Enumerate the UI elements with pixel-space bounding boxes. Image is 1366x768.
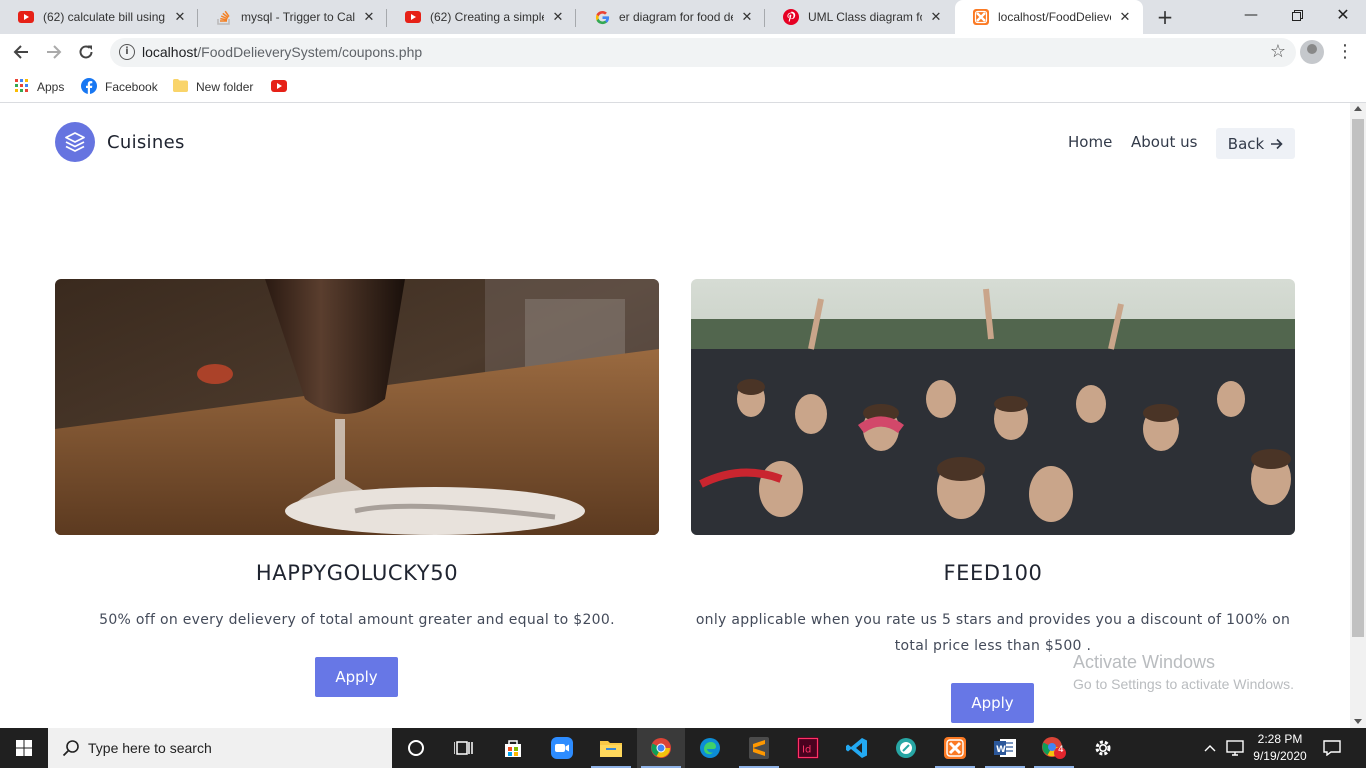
coupon-description: 50% off on every delievery of total amou… bbox=[99, 612, 615, 628]
xampp-control-icon[interactable] bbox=[931, 728, 979, 768]
bookmarks-bar: Apps Facebook New folder bbox=[0, 71, 1366, 103]
site-info-icon[interactable]: i bbox=[119, 44, 135, 60]
chrome-notifications-icon[interactable]: 4 bbox=[1030, 728, 1078, 768]
close-tab-icon[interactable]: ✕ bbox=[739, 10, 755, 25]
facebook-icon bbox=[81, 77, 97, 97]
scrollbar-thumb[interactable] bbox=[1352, 119, 1364, 637]
chrome-icon[interactable] bbox=[637, 728, 685, 768]
address-bar[interactable]: i localhost/FoodDelieverySystem/coupons.… bbox=[110, 38, 1296, 67]
coupon-code: HAPPYGOLUCKY50 bbox=[255, 561, 459, 585]
network-icon[interactable] bbox=[1226, 728, 1244, 768]
close-window-button[interactable]: ✕ bbox=[1320, 0, 1366, 30]
word-icon[interactable]: W bbox=[981, 728, 1029, 768]
zoom-icon[interactable] bbox=[538, 728, 586, 768]
notifications-icon[interactable] bbox=[1323, 728, 1341, 768]
web-page: Cuisines Home About us Back HAPPYGOLUCKY… bbox=[0, 103, 1350, 728]
close-tab-icon[interactable]: ✕ bbox=[361, 10, 377, 25]
back-button[interactable]: Back bbox=[1216, 128, 1295, 159]
coupon-code: FEED100 bbox=[943, 561, 1043, 585]
page-scrollbar[interactable] bbox=[1350, 103, 1366, 728]
bookmark-facebook[interactable]: Facebook bbox=[81, 77, 158, 97]
back-arrow-icon[interactable] bbox=[9, 40, 33, 64]
store-icon[interactable] bbox=[489, 728, 537, 768]
apply-coupon-button[interactable]: Apply bbox=[951, 683, 1034, 723]
activate-windows-subtitle: Go to Settings to activate Windows. bbox=[1073, 676, 1294, 692]
close-tab-icon[interactable]: ✕ bbox=[550, 10, 566, 25]
youtube-icon bbox=[271, 79, 287, 95]
minimize-button[interactable]: — bbox=[1228, 0, 1274, 30]
browser-tab[interactable]: (62) calculate bill using ✕ bbox=[0, 0, 198, 34]
folder-icon bbox=[173, 79, 188, 95]
settings-gear-icon[interactable] bbox=[1079, 728, 1127, 768]
site-brand[interactable]: Cuisines bbox=[55, 122, 185, 162]
svg-text:Id: Id bbox=[802, 745, 811, 756]
browser-tab-strip: (62) calculate bill using ✕ mysql - Trig… bbox=[0, 0, 1366, 34]
bookmark-youtube[interactable] bbox=[271, 77, 295, 97]
windows-taskbar: Type here to search Id W 4 2:28 PM 9/19/… bbox=[0, 728, 1366, 768]
search-icon bbox=[62, 740, 79, 757]
show-hidden-icons[interactable] bbox=[1204, 728, 1216, 768]
browser-tab[interactable]: mysql - Trigger to Calcu ✕ bbox=[198, 0, 387, 34]
scroll-up-icon[interactable] bbox=[1354, 106, 1362, 111]
apply-coupon-button[interactable]: Apply bbox=[315, 657, 398, 697]
bookmark-apps[interactable]: Apps bbox=[15, 77, 64, 97]
activate-windows-title: Activate Windows bbox=[1073, 652, 1216, 672]
windows-start-icon[interactable] bbox=[0, 728, 48, 768]
reload-icon[interactable] bbox=[74, 40, 98, 64]
close-tab-icon[interactable]: ✕ bbox=[172, 10, 188, 25]
new-tab-button[interactable]: + bbox=[1152, 4, 1178, 30]
browser-toolbar: i localhost/FoodDelieverySystem/coupons.… bbox=[0, 34, 1366, 71]
system-clock[interactable]: 2:28 PM 9/19/2020 bbox=[1250, 731, 1310, 765]
sublime-text-icon[interactable] bbox=[735, 728, 783, 768]
profile-avatar[interactable] bbox=[1300, 40, 1324, 64]
bookmark-new-folder[interactable]: New folder bbox=[173, 77, 253, 97]
concert-crowd-photo bbox=[691, 279, 1295, 535]
taskbar-search-box[interactable]: Type here to search bbox=[48, 728, 392, 768]
apps-grid-icon bbox=[15, 78, 29, 96]
brand-name: Cuisines bbox=[107, 131, 185, 153]
dessert-glass-photo bbox=[55, 279, 659, 535]
google-icon bbox=[594, 9, 610, 25]
youtube-icon bbox=[405, 9, 421, 25]
url-text: localhost/FoodDelieverySystem/coupons.ph… bbox=[142, 44, 423, 60]
file-explorer-icon[interactable] bbox=[587, 728, 635, 768]
cortana-icon[interactable] bbox=[392, 728, 440, 768]
svg-text:W: W bbox=[996, 745, 1006, 755]
stackoverflow-icon bbox=[216, 9, 232, 25]
notification-badge: 4 bbox=[1058, 745, 1064, 755]
indesign-icon[interactable]: Id bbox=[784, 728, 832, 768]
close-tab-icon[interactable]: ✕ bbox=[928, 10, 944, 25]
forward-arrow-icon[interactable] bbox=[42, 40, 66, 64]
edge-icon[interactable] bbox=[686, 728, 734, 768]
close-tab-icon[interactable]: ✕ bbox=[1117, 10, 1133, 25]
pinterest-icon bbox=[783, 9, 799, 25]
browser-tab[interactable]: (62) Creating a simple N ✕ bbox=[387, 0, 576, 34]
back-button-label: Back bbox=[1227, 134, 1265, 153]
browser-tab[interactable]: er diagram for food del ✕ bbox=[576, 0, 765, 34]
task-view-icon[interactable] bbox=[440, 728, 488, 768]
nav-home-link[interactable]: Home bbox=[1068, 133, 1112, 151]
arrow-right-icon bbox=[1270, 138, 1283, 150]
layers-logo-icon bbox=[55, 122, 95, 162]
youtube-icon bbox=[18, 9, 34, 25]
browser-tab-active[interactable]: localhost/FoodDeliever ✕ bbox=[955, 0, 1143, 34]
snipping-tool-icon[interactable] bbox=[882, 728, 930, 768]
browser-tab[interactable]: UML Class diagram for ✕ bbox=[765, 0, 954, 34]
bookmark-star-icon[interactable]: ☆ bbox=[1270, 41, 1286, 62]
browser-menu-icon[interactable]: ⋮ bbox=[1336, 38, 1354, 66]
restore-button[interactable] bbox=[1274, 0, 1320, 30]
vscode-icon[interactable] bbox=[833, 728, 881, 768]
scroll-down-icon[interactable] bbox=[1354, 719, 1362, 724]
nav-about-link[interactable]: About us bbox=[1131, 133, 1197, 151]
xampp-icon bbox=[973, 9, 989, 25]
